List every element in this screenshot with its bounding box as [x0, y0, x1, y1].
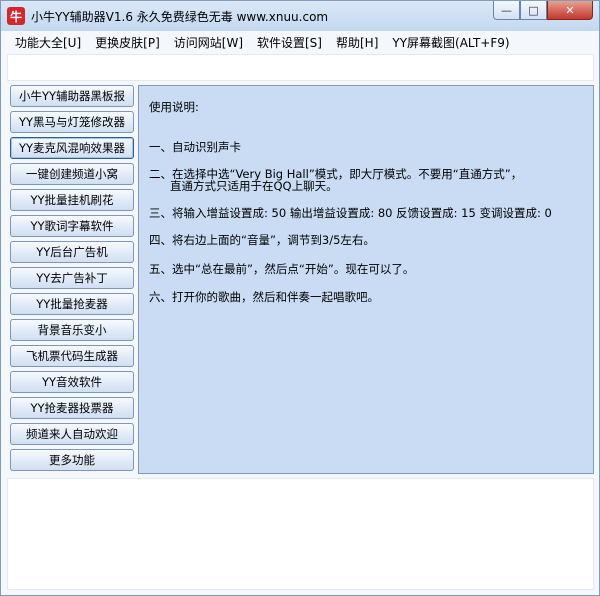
minimize-button[interactable]: — — [493, 1, 520, 20]
sound-effect-button[interactable]: YY音效软件 — [10, 371, 134, 393]
app-window: 牛 小牛YY辅助器V1.6 永久免费绿色无毒 www.xnuu.com — □ … — [0, 0, 600, 596]
instructions-title: 使用说明: — [149, 100, 199, 114]
toolbar-area — [7, 54, 594, 81]
close-button[interactable]: ✕ — [547, 1, 593, 20]
remove-ad-patch-button[interactable]: YY去广告补丁 — [10, 267, 134, 289]
mic-grab-vote-button[interactable]: YY抢麦器投票器 — [10, 397, 134, 419]
background-ad-button[interactable]: YY后台广告机 — [10, 241, 134, 263]
batch-flowers-button[interactable]: YY批量挂机刷花 — [10, 189, 134, 211]
window-title: 小牛YY辅助器V1.6 永久免费绿色无毒 www.xnuu.com — [31, 9, 329, 24]
instructions-panel: 使用说明: 一、自动识别声卡 二、在选择中选“Very Big Hall”模式，… — [138, 85, 594, 474]
instruction-line: 直通方式只适用于在QQ上聊天。 — [170, 179, 338, 193]
menu-settings[interactable]: 软件设置[S] — [250, 34, 329, 51]
auto-welcome-button[interactable]: 频道来人自动欢迎 — [10, 423, 134, 445]
more-features-button[interactable]: 更多功能 — [10, 449, 134, 471]
function-button-list: 小牛YY辅助器黑板报 YY黑马与灯笼修改器 YY麦克风混响效果器 一键创建频道小… — [10, 85, 134, 475]
instruction-line: 四、将右边上面的“音量”，调节到3/5左右。 — [149, 233, 375, 247]
instruction-line: 一、自动识别声卡 — [149, 140, 241, 154]
window-controls: — □ ✕ — [493, 1, 593, 20]
menu-screenshot[interactable]: YY屏幕截图(ALT+F9) — [385, 34, 516, 51]
instruction-line: 五、选中“总在最前”，然后点“开始”。现在可以了。 — [149, 262, 415, 276]
menu-help[interactable]: 帮助[H] — [329, 34, 385, 51]
ticket-code-button[interactable]: 飞机票代码生成器 — [10, 345, 134, 367]
instruction-line: 六、打开你的歌曲，然后和伴奏一起唱歌吧。 — [149, 290, 379, 304]
maximize-button[interactable]: □ — [520, 1, 547, 20]
bg-music-quiet-button[interactable]: 背景音乐变小 — [10, 319, 134, 341]
create-channel-button[interactable]: 一键创建频道小窝 — [10, 163, 134, 185]
batch-mic-grab-button[interactable]: YY批量抢麦器 — [10, 293, 134, 315]
app-logo-icon: 牛 — [7, 7, 25, 25]
bottom-panel — [7, 478, 594, 590]
menu-website[interactable]: 访问网站[W] — [167, 34, 250, 51]
title-bar[interactable]: 牛 小牛YY辅助器V1.6 永久免费绿色无毒 www.xnuu.com — □ … — [1, 1, 599, 31]
mic-reverb-button[interactable]: YY麦克风混响效果器 — [10, 137, 134, 159]
instruction-line: 三、将输入增益设置成: 50 输出增益设置成: 80 反馈设置成: 15 变调设… — [149, 206, 552, 220]
menu-skin[interactable]: 更换皮肤[P] — [88, 34, 167, 51]
horse-lantern-modifier-button[interactable]: YY黑马与灯笼修改器 — [10, 111, 134, 133]
menu-features[interactable]: 功能大全[U] — [8, 34, 88, 51]
lyrics-subtitle-button[interactable]: YY歌词字幕软件 — [10, 215, 134, 237]
blackboard-button[interactable]: 小牛YY辅助器黑板报 — [10, 85, 134, 107]
menu-bar: 功能大全[U] 更换皮肤[P] 访问网站[W] 软件设置[S] 帮助[H] YY… — [1, 31, 599, 54]
